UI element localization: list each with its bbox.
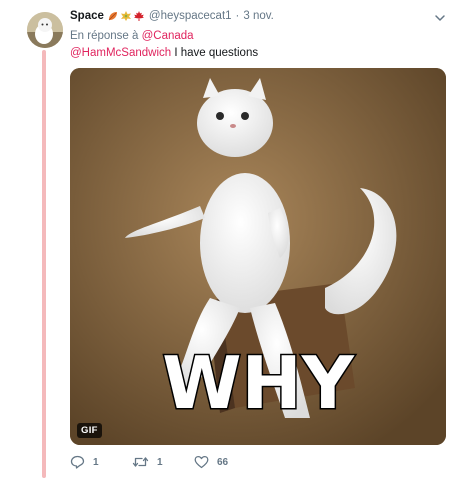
name-emoji [107,10,145,22]
maple-leaf-icon [133,11,144,21]
reply-icon [70,455,85,469]
reply-button[interactable]: 1 [70,455,132,469]
heart-icon [194,455,209,469]
like-count: 66 [217,456,229,468]
user-handle[interactable]: @heyspacecat1 [149,10,232,22]
replying-prefix: En réponse à [70,30,139,42]
tweet-text: @HamMcSandwich I have questions [70,47,258,59]
like-button[interactable]: 66 [194,455,228,469]
gif-image: WHY [70,68,446,445]
mention-link[interactable]: @HamMcSandwich [70,47,171,59]
tweet-body: I have questions [171,47,259,59]
leaf-yellow-icon [120,11,131,21]
tweet-header: Space @heyspacecat1 · 3 nov. [70,10,274,22]
replying-to: En réponse à @Canada [70,30,194,42]
reply-count: 1 [93,456,99,468]
gif-caption: WHY [162,341,355,425]
timestamp[interactable]: 3 nov. [243,10,273,22]
tweet-actions: 1 1 66 [70,455,228,469]
leaf-orange-icon [108,12,117,21]
chevron-down-icon[interactable] [433,11,447,25]
replying-to-link[interactable]: @Canada [142,30,194,42]
gif-badge: GIF [77,423,102,438]
thread-line [42,50,46,478]
retweet-icon [132,457,149,467]
display-name[interactable]: Space [70,10,104,22]
retweet-button[interactable]: 1 [132,455,194,469]
avatar[interactable] [27,12,63,48]
gif-media[interactable]: WHY GIF [70,68,446,445]
retweet-count: 1 [157,456,163,468]
separator-dot: · [235,10,240,22]
